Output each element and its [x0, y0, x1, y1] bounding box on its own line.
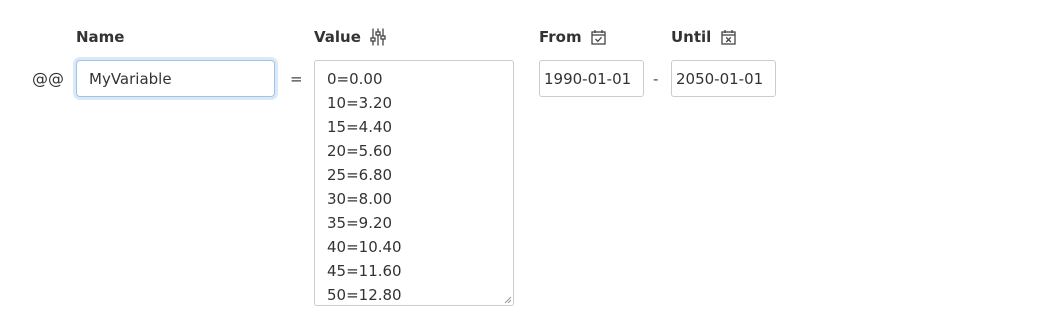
value-line: 35=9.20: [327, 214, 393, 232]
value-line: 40=10.40: [327, 238, 402, 256]
value-header-label: Value: [314, 28, 361, 46]
until-header: Until: [671, 27, 736, 47]
value-textarea[interactable]: 0=0.00 10=3.20 15=4.40 20=5.60 25=6.80 30=8.0…: [314, 60, 514, 306]
sliders-icon[interactable]: [370, 28, 386, 46]
calendar-x-icon[interactable]: [720, 29, 736, 45]
value-line: 50=12.80: [327, 286, 402, 304]
value-line: 0=0.00: [327, 70, 383, 88]
resize-grip-icon[interactable]: [504, 296, 512, 304]
value-line: 25=6.80: [327, 166, 393, 184]
from-header: From: [539, 27, 607, 47]
value-line: 15=4.40: [327, 118, 393, 136]
until-header-label: Until: [671, 28, 712, 46]
from-header-label: From: [539, 28, 582, 46]
name-header: Name: [76, 27, 124, 47]
variable-prefix: @@: [32, 69, 64, 88]
equals-sign: =: [290, 70, 303, 88]
variable-form: Name Value From Until @@ MyVariable = 0=…: [0, 0, 1054, 323]
value-line: 20=5.60: [327, 142, 393, 160]
from-date-input[interactable]: [539, 60, 644, 97]
name-header-label: Name: [76, 28, 125, 46]
until-date-input[interactable]: [671, 60, 776, 97]
value-line: 30=8.00: [327, 190, 393, 208]
value-line: 45=11.60: [327, 262, 402, 280]
date-range-dash: -: [653, 70, 659, 88]
calendar-check-icon[interactable]: [591, 29, 607, 45]
value-line: 10=3.20: [327, 94, 393, 112]
name-input[interactable]: [76, 60, 275, 97]
value-header: Value: [314, 27, 386, 47]
